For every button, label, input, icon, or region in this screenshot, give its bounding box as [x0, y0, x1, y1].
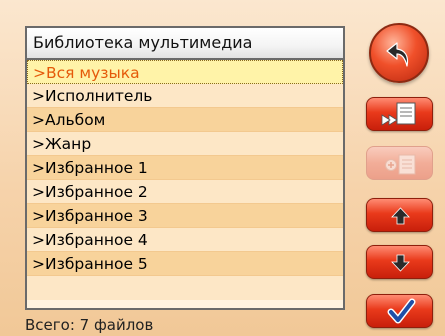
playlist-add-icon — [385, 154, 416, 175]
list-item-all-music[interactable]: >Вся музыка — [27, 60, 343, 84]
file-count-status: Всего: 7 файлов — [25, 316, 154, 334]
move-down-button[interactable] — [366, 245, 433, 279]
list-item-genre[interactable]: >Жанр — [27, 132, 343, 156]
list-item-favorites-2[interactable]: >Избранное 2 — [27, 180, 343, 204]
playlist-add-button[interactable] — [366, 146, 433, 180]
arrow-down-icon — [391, 254, 410, 272]
list-title: Библиотека мультимедиа — [27, 28, 343, 60]
list-body: >Вся музыка >Исполнитель >Альбом >Жанр >… — [27, 60, 343, 308]
list-item-favorites-5[interactable]: >Избранное 5 — [27, 252, 343, 276]
list-item-album[interactable]: >Альбом — [27, 108, 343, 132]
move-up-button[interactable] — [366, 198, 433, 232]
media-library-list: Библиотека мультимедиа >Вся музыка >Испо… — [25, 26, 345, 310]
checkmark-icon — [387, 298, 416, 324]
back-arrow-icon — [386, 42, 409, 67]
confirm-button[interactable] — [366, 294, 433, 328]
arrow-up-icon — [391, 207, 410, 225]
list-item-favorites-3[interactable]: >Избранное 3 — [27, 204, 343, 228]
list-item-favorites-1[interactable]: >Избранное 1 — [27, 156, 343, 180]
list-item-empty — [27, 276, 343, 300]
list-item-artist[interactable]: >Исполнитель — [27, 84, 343, 108]
playlist-rewind-button[interactable] — [366, 97, 433, 131]
playlist-rewind-icon — [381, 102, 416, 126]
back-button[interactable] — [369, 23, 429, 83]
list-item-favorites-4[interactable]: >Избранное 4 — [27, 228, 343, 252]
